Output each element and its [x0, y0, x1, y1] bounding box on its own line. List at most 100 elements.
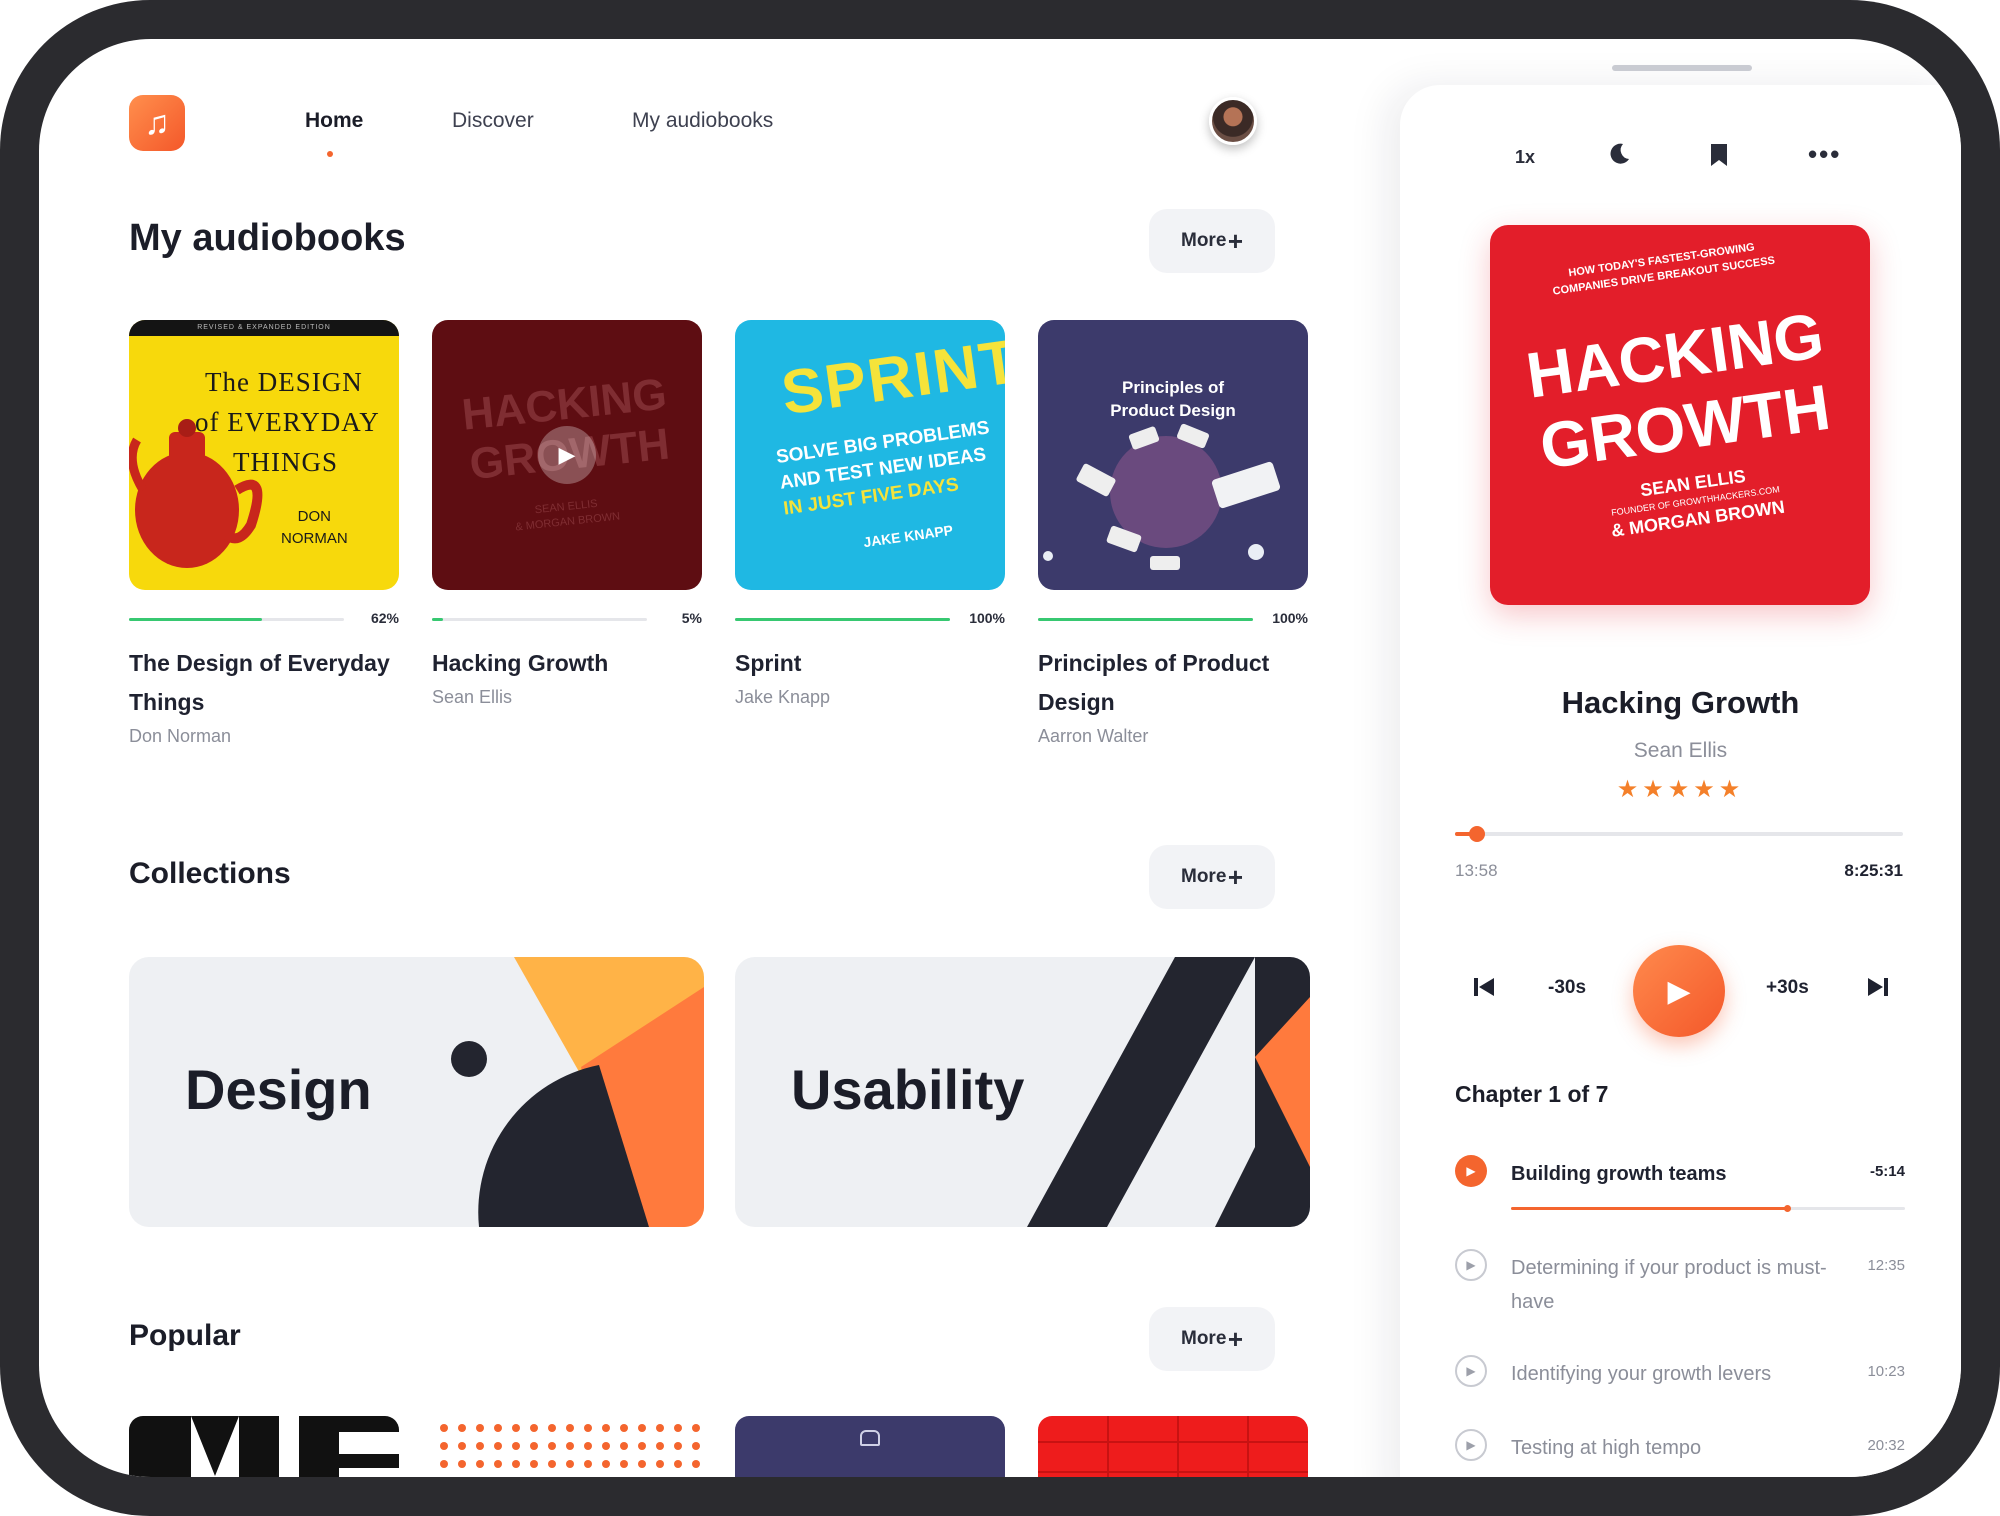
play-circle-icon[interactable]: ▶	[1455, 1249, 1487, 1281]
chapter-progress-handle	[1783, 1205, 1791, 1212]
grid-artwork	[1038, 1416, 1308, 1477]
more-collections-button[interactable]: More +	[1149, 845, 1275, 909]
nav-my-audiobooks[interactable]: My audiobooks	[632, 109, 773, 133]
chapter-time: 12:35	[1867, 1257, 1905, 1274]
cover-logo-icon	[860, 1430, 880, 1446]
forward-30-button[interactable]: +30s	[1766, 977, 1809, 999]
product-design-illustration	[1043, 423, 1281, 570]
skip-next-icon[interactable]	[1866, 975, 1890, 1004]
top-navigation: ♫ Home Discover My audiobooks	[129, 95, 1369, 175]
book-card[interactable]: REVISED & EXPANDED EDITION The DESIGN of…	[129, 320, 399, 747]
chapter-time: 10:23	[1867, 1363, 1905, 1380]
total-time: 8:25:31	[1844, 861, 1903, 880]
book-title[interactable]: Sprint	[735, 644, 1005, 683]
plus-icon: +	[1227, 1323, 1243, 1354]
popular-cover[interactable]	[1038, 1416, 1308, 1477]
chapter-item[interactable]: ▶ Determining if your product is must-ha…	[1455, 1249, 1905, 1319]
plus-icon: +	[1227, 861, 1243, 892]
chapter-item[interactable]: ▶ Building growth teams -5:14	[1455, 1155, 1905, 1215]
collection-title: Design	[185, 1058, 372, 1121]
chapter-name: Determining if your product is must-have	[1511, 1257, 1827, 1313]
book-card[interactable]: SPRINT SOLVE BIG PROBLEMS AND TEST NEW I…	[735, 320, 1005, 708]
book-card[interactable]: HACKING GROWTH SEAN ELLIS & MORGAN BROWN…	[432, 320, 702, 708]
chapter-time: 20:32	[1867, 1437, 1905, 1454]
progress-percent: 100%	[969, 610, 1005, 626]
collection-title: Usability	[791, 1058, 1025, 1121]
play-circle-icon[interactable]: ▶	[1455, 1429, 1487, 1461]
cover-text: HOW TODAY'S FASTEST-GROWING COMPANIES DR…	[1522, 241, 1835, 541]
chapter-name: Building growth teams	[1511, 1163, 1727, 1185]
progress-percent: 5%	[681, 610, 702, 626]
home-indicator	[1612, 65, 1752, 71]
section-title-popular: Popular	[129, 1319, 241, 1352]
collection-card-design[interactable]: Design	[129, 957, 704, 1227]
book-author: Jake Knapp	[735, 687, 831, 707]
chapter-progress	[1511, 1207, 1787, 1210]
seek-handle[interactable]	[1469, 826, 1486, 842]
plus-icon: +	[1227, 225, 1243, 256]
avatar[interactable]	[1209, 97, 1257, 145]
nav-home[interactable]: Home	[305, 109, 363, 133]
music-note-icon[interactable]: ♫	[129, 95, 185, 151]
playback-speed-button[interactable]: 1x	[1515, 147, 1535, 168]
more-label: More	[1181, 866, 1227, 887]
moon-icon[interactable]	[1606, 141, 1632, 172]
play-circle-icon[interactable]: ▶	[1455, 1155, 1487, 1187]
book-title[interactable]: Principles of Product Design	[1038, 644, 1308, 722]
book-cover[interactable]: REVISED & EXPANDED EDITION The DESIGN of…	[129, 320, 399, 590]
player-panel: 1x ••• HOW TODAY'S FASTEST-GROWING COMPA…	[1400, 85, 1961, 1477]
app-screen: ♫ Home Discover My audiobooks My audiobo…	[39, 39, 1961, 1477]
progress-percent: 62%	[370, 610, 399, 626]
book-cover[interactable]: HACKING GROWTH SEAN ELLIS & MORGAN BROWN…	[432, 320, 702, 590]
book-author: Sean Ellis	[432, 687, 513, 707]
listen-progress: 5%	[432, 610, 702, 630]
listen-progress: 100%	[1038, 610, 1308, 630]
popular-cover[interactable]	[432, 1416, 702, 1477]
skip-previous-icon[interactable]	[1472, 975, 1496, 1004]
cover-title: The DESIGN of EVERYDAY THINGS	[195, 367, 380, 477]
book-cover[interactable]: Principles of Product Design	[1038, 320, 1308, 590]
chapter-name: Identifying your growth levers	[1511, 1363, 1772, 1385]
elapsed-time: 13:58	[1455, 861, 1498, 880]
book-cover[interactable]: SPRINT SOLVE BIG PROBLEMS AND TEST NEW I…	[735, 320, 1005, 590]
section-title-my-audiobooks: My audiobooks	[129, 217, 406, 259]
chapter-name: Testing at high tempo	[1511, 1437, 1702, 1459]
active-indicator-dot	[327, 151, 333, 157]
chapter-item[interactable]: ▶ Identifying your growth levers 10:23	[1455, 1355, 1905, 1395]
book-author: Aarron Walter	[1038, 726, 1149, 746]
rating-stars: ★★★★★	[1616, 776, 1745, 803]
collection-card-usability[interactable]: Usability	[735, 957, 1310, 1227]
cover-title: SPRINT	[777, 326, 1005, 429]
nav-discover[interactable]: Discover	[452, 109, 534, 133]
listen-progress: 62%	[129, 610, 399, 630]
book-card[interactable]: Principles of Product Design 100% Princi…	[1038, 320, 1308, 747]
chapter-indicator: Chapter 1 of 7	[1455, 1081, 1609, 1107]
chapter-item[interactable]: ▶ Testing at high tempo 20:32	[1455, 1429, 1905, 1469]
listen-progress: 100%	[735, 610, 1005, 630]
play-icon[interactable]: ▶	[538, 426, 596, 484]
cover-author: DON NORMAN	[281, 508, 348, 547]
section-title-collections: Collections	[129, 857, 291, 890]
more-audiobooks-button[interactable]: More +	[1149, 209, 1275, 273]
rewind-30-button[interactable]: -30s	[1548, 977, 1586, 999]
cover-subtitle: SOLVE BIG PROBLEMS AND TEST NEW IDEAS IN…	[774, 417, 991, 520]
more-horizontal-icon[interactable]: •••	[1808, 139, 1841, 170]
seek-bar[interactable]	[1455, 832, 1903, 836]
cover-author: SEAN ELLIS & MORGAN BROWN	[514, 497, 621, 534]
now-playing-cover: HOW TODAY'S FASTEST-GROWING COMPANIES DR…	[1490, 225, 1870, 605]
book-title[interactable]: The Design of Everyday Things	[129, 644, 399, 722]
more-popular-button[interactable]: More +	[1149, 1307, 1275, 1371]
cover-author: JAKE KNAPP	[862, 521, 954, 551]
play-button[interactable]: ▶	[1633, 945, 1725, 1037]
play-circle-icon[interactable]: ▶	[1455, 1355, 1487, 1387]
now-playing-title: Hacking Growth	[1561, 685, 1800, 720]
book-title[interactable]: Hacking Growth	[432, 644, 702, 683]
more-label: More	[1181, 230, 1227, 251]
chapter-time: -5:14	[1869, 1163, 1905, 1180]
more-label: More	[1181, 1328, 1227, 1349]
bookmark-icon[interactable]	[1708, 142, 1730, 173]
book-author: Don Norman	[129, 726, 232, 746]
popular-cover[interactable]	[129, 1416, 399, 1477]
progress-percent: 100%	[1272, 610, 1308, 626]
popular-cover[interactable]	[735, 1416, 1005, 1477]
